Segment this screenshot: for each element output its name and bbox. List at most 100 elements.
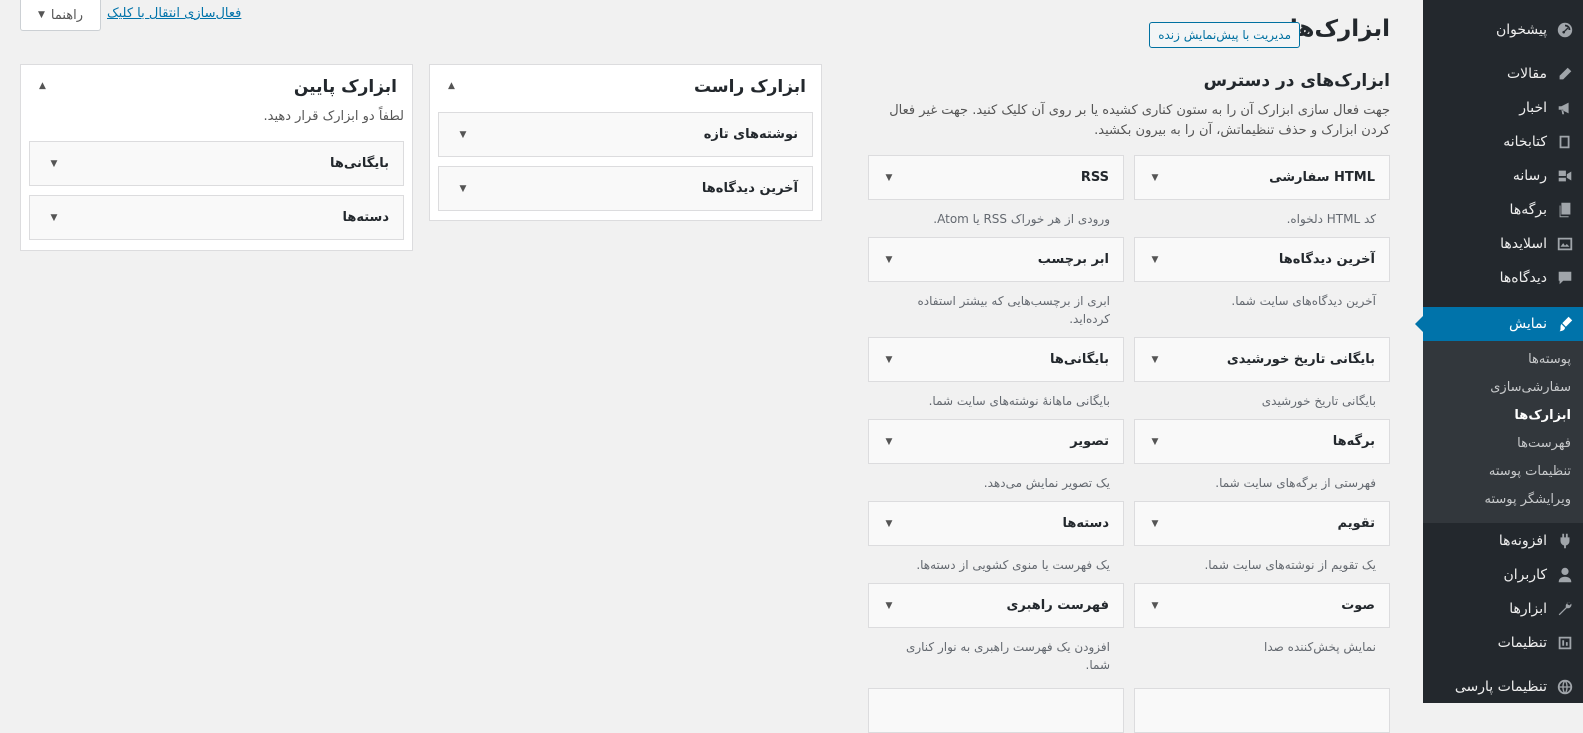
manage-with-live-preview-button[interactable]: مدیریت با پیش‌نمایش زنده — [1149, 22, 1300, 48]
sidebar-widget-recent-comments[interactable]: آخرین دیدگاه‌ها ▼ — [438, 166, 813, 211]
submenu-label: پوسته‌ها — [1528, 351, 1571, 367]
widget-custom-html[interactable]: HTML سفارشی ▼ — [1134, 155, 1390, 200]
caret-down-icon[interactable]: ▼ — [879, 519, 899, 529]
widget-title: فهرست راهبری — [1006, 598, 1109, 613]
menu-label: کاربران — [1503, 567, 1547, 583]
megaphone-icon — [1547, 91, 1583, 125]
sidebar-title: ابزارک راست — [693, 77, 806, 97]
comment-icon — [1547, 261, 1583, 295]
menu-item-pages[interactable]: برگه‌ها — [1423, 193, 1583, 227]
submenu-item-menus[interactable]: فهرست‌ها — [1423, 429, 1583, 457]
widget-categories[interactable]: دسته‌ها ▼ — [868, 501, 1124, 546]
widget-description: ابری از برچسب‌هایی که بیشتر استفاده کرده… — [917, 294, 1110, 326]
widget-title: HTML سفارشی — [1269, 170, 1375, 185]
submenu-label: فهرست‌ها — [1517, 435, 1571, 451]
caret-down-icon[interactable]: ▼ — [879, 355, 899, 365]
submenu-item-customize[interactable]: سفارشی‌سازی — [1423, 373, 1583, 401]
wrench-icon — [1547, 592, 1583, 626]
widget-title: صوت — [1341, 598, 1375, 613]
widget-partial[interactable] — [1134, 688, 1390, 733]
menu-label: افزونه‌ها — [1498, 533, 1547, 549]
menu-item-users[interactable]: کاربران — [1423, 558, 1583, 592]
submenu-item-theme-settings[interactable]: تنظیمات پوسته — [1423, 457, 1583, 485]
menu-item-news[interactable]: اخبار — [1423, 91, 1583, 125]
widget-image[interactable]: تصویر ▼ — [868, 419, 1124, 464]
menu-item-plugins[interactable]: افزونه‌ها — [1423, 524, 1583, 558]
widget-recent-comments[interactable]: آخرین دیدگاه‌ها ▼ — [1134, 237, 1390, 282]
caret-down-icon[interactable]: ▼ — [44, 159, 64, 169]
widget-pages[interactable]: برگه‌ها ▼ — [1134, 419, 1390, 464]
sidebar-widget-categories[interactable]: دسته‌ها ▼ — [29, 195, 404, 240]
menu-item-media[interactable]: رسانه — [1423, 159, 1583, 193]
widget-description: یک تقویم از نوشته‌های سایت شما. — [1204, 558, 1376, 572]
caret-down-icon[interactable]: ▼ — [879, 255, 899, 265]
settings-icon — [1547, 626, 1583, 660]
widget-rss[interactable]: RSS ▼ — [868, 155, 1124, 200]
user-icon — [1547, 558, 1583, 592]
sidebar-widget-archives[interactable]: بایگانی‌ها ▼ — [29, 141, 404, 186]
caret-down-icon[interactable]: ▼ — [1145, 173, 1165, 183]
menu-item-settings[interactable]: تنظیمات — [1423, 626, 1583, 660]
caret-up-icon[interactable]: ▲ — [39, 81, 46, 91]
widget-navigation-menu[interactable]: فهرست راهبری ▼ — [868, 583, 1124, 628]
caret-down-icon[interactable]: ▼ — [1145, 601, 1165, 611]
submenu-label: ابزارک‌ها — [1514, 407, 1571, 423]
submenu-label: تنظیمات پوسته — [1488, 463, 1571, 479]
menu-label: برگه‌ها — [1509, 202, 1547, 218]
menu-item-articles[interactable]: مقالات — [1423, 57, 1583, 91]
caret-down-icon[interactable]: ▼ — [453, 130, 473, 140]
widget-archives[interactable]: بایگانی‌ها ▼ — [868, 337, 1124, 382]
caret-down-icon[interactable]: ▼ — [879, 601, 899, 611]
caret-down-icon[interactable]: ▼ — [44, 213, 64, 223]
widget-tag-cloud[interactable]: ابر برچسب ▼ — [868, 237, 1124, 282]
caret-down-icon[interactable]: ▼ — [879, 173, 899, 183]
widget-title: نوشته‌های تازه — [703, 127, 798, 142]
available-widgets-title: ابزارک‌های در دسترس — [1203, 71, 1390, 91]
widget-audio[interactable]: صوت ▼ — [1134, 583, 1390, 628]
sidebar-description: لطفاً دو ابزارک قرار دهید. — [263, 109, 405, 124]
menu-item-dashboard[interactable]: پیشخوان — [1423, 13, 1583, 47]
menu-label: پیشخوان — [1495, 22, 1547, 38]
widget-title: برگه‌ها — [1332, 434, 1375, 449]
widget-title: RSS — [1080, 170, 1109, 185]
widget-jalali-archive[interactable]: بایگانی تاریخ خورشیدی ▼ — [1134, 337, 1390, 382]
caret-down-icon[interactable]: ▼ — [1145, 437, 1165, 447]
brush-icon — [1547, 307, 1583, 341]
sidebar-widget-recent-posts[interactable]: نوشته‌های تازه ▼ — [438, 112, 813, 157]
caret-down-icon[interactable]: ▼ — [453, 184, 473, 194]
submenu-item-themes[interactable]: پوسته‌ها — [1423, 345, 1583, 373]
menu-item-tools[interactable]: ابزارها — [1423, 592, 1583, 626]
menu-item-slides[interactable]: اسلایدها — [1423, 227, 1583, 261]
menu-item-library[interactable]: کتابخانه — [1423, 125, 1583, 159]
pen-icon — [1547, 57, 1583, 91]
widget-title: آخرین دیدگاه‌ها — [701, 181, 798, 196]
dashboard-icon — [1547, 13, 1583, 47]
sidebar-right[interactable]: ابزارک راست ▲ نوشته‌های تازه ▼ آخرین دید… — [429, 64, 822, 221]
widget-calendar[interactable]: تقویم ▼ — [1134, 501, 1390, 546]
caret-down-icon[interactable]: ▼ — [879, 437, 899, 447]
widget-description: نمایش پخش‌کننده صدا — [1264, 640, 1376, 654]
caret-up-icon[interactable]: ▲ — [448, 81, 455, 91]
caret-down-icon[interactable]: ▼ — [1145, 519, 1165, 529]
media-icon — [1547, 159, 1583, 193]
sidebar-bottom[interactable]: ابزارک پایین ▲ لطفاً دو ابزارک قرار دهید… — [20, 64, 413, 251]
menu-label: تنظیمات — [1497, 635, 1547, 651]
submenu-item-widgets[interactable]: ابزارک‌ها — [1423, 401, 1583, 429]
submenu-item-theme-editor[interactable]: ویرایشگر پوسته — [1423, 485, 1583, 513]
menu-label: رسانه — [1512, 168, 1547, 184]
widget-title: تصویر — [1070, 434, 1109, 449]
help-tab-button[interactable]: راهنما ▼ — [20, 0, 101, 31]
submenu-label: سفارشی‌سازی — [1490, 379, 1571, 395]
menu-item-appearance[interactable]: نمایش — [1415, 307, 1583, 341]
menu-label: کتابخانه — [1503, 134, 1547, 150]
current-menu-arrow — [1415, 316, 1423, 332]
menu-item-comments[interactable]: دیدگاه‌ها — [1423, 261, 1583, 295]
enable-accessibility-mode-link[interactable]: فعال‌سازی انتقال با کلیک — [107, 6, 241, 21]
menu-item-persian-settings[interactable]: تنظیمات پارسی — [1423, 670, 1583, 704]
available-widgets-description: جهت فعال سازی ابزارک آن را به ستون کناری… — [889, 103, 1390, 138]
caret-down-icon[interactable]: ▼ — [1145, 355, 1165, 365]
caret-down-icon[interactable]: ▼ — [1145, 255, 1165, 265]
menu-label: نمایش — [1508, 316, 1547, 332]
widget-description: یک تصویر نمایش می‌دهد. — [983, 476, 1110, 490]
widget-partial[interactable] — [868, 688, 1124, 733]
